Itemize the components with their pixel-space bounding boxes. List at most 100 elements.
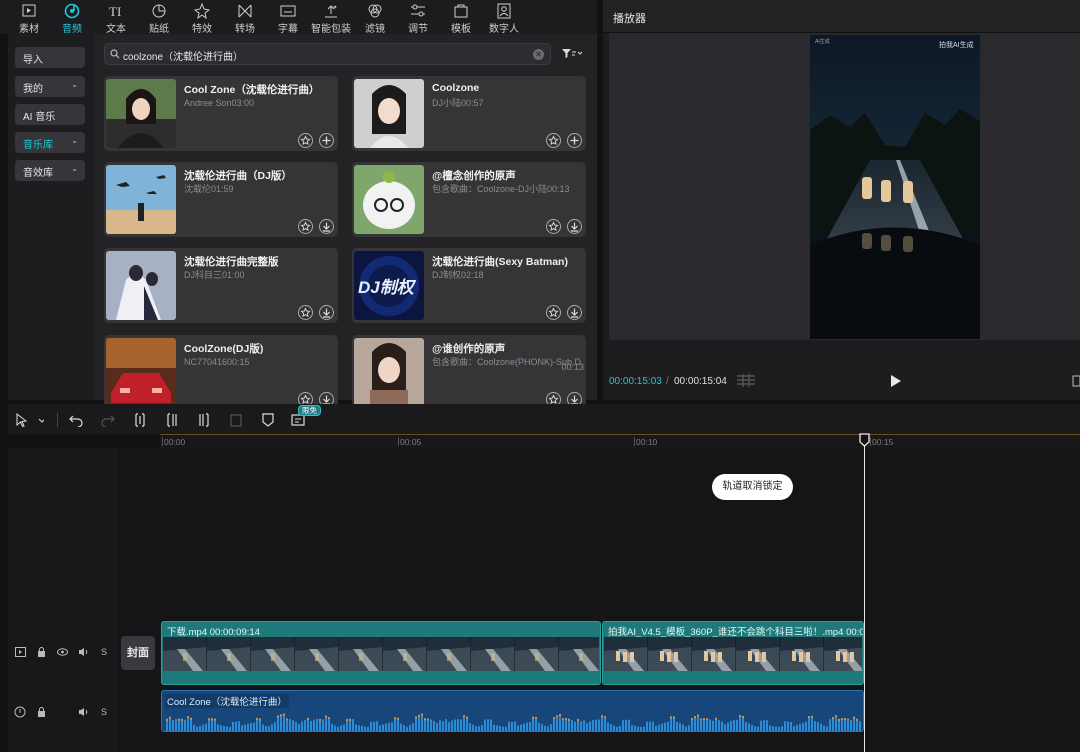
visibility-icon[interactable] — [57, 648, 68, 656]
marker-icon[interactable] — [261, 413, 275, 427]
track-title: CoolZone(DJ版) — [184, 343, 264, 355]
split-right-icon[interactable] — [197, 413, 211, 427]
toolbar-effects[interactable]: 特效 — [180, 0, 224, 35]
time-total: 00:00:15:04 — [674, 376, 727, 387]
clip-label: Cool Zone（沈载伦进行曲） — [165, 694, 289, 708]
track-subtitle: NC77041600:15 — [184, 357, 250, 367]
filter-icon — [562, 49, 583, 58]
video-clip-1[interactable]: 下载.mp4 00:00:09:14 — [161, 621, 601, 685]
track-subtitle: Andree Son03:00 — [184, 98, 255, 108]
favorite-star-icon[interactable] — [546, 133, 561, 148]
sidebar-item-3[interactable]: 音乐库 ⌄ — [15, 132, 85, 153]
subtitle-icon — [280, 5, 296, 17]
music-card[interactable]: 沈载伦进行曲完整版 DJ科目三01:00 — [104, 248, 338, 323]
track-duration: 00:13 — [561, 362, 584, 372]
sidebar-item-2[interactable]: AI 音乐 — [15, 104, 85, 125]
sort-filter-button[interactable] — [561, 47, 585, 61]
toolbar-adjust[interactable]: 调节 — [396, 0, 440, 35]
video-clip-2[interactable]: 拍我AI_V4.5_模板_360P_谁还不会跳个科目三啦！.mp4 00:00:… — [602, 621, 864, 685]
mute-icon[interactable] — [78, 707, 89, 717]
search-value: coolzone（沈载伦进行曲） — [123, 52, 244, 63]
lock-icon[interactable] — [37, 707, 46, 717]
mute-icon[interactable] — [78, 647, 89, 657]
download-icon[interactable] — [567, 305, 582, 320]
favorite-star-icon[interactable] — [546, 219, 561, 234]
cover-button[interactable]: 封面 — [121, 636, 155, 670]
track-subtitle: DJ科目三01:00 — [184, 270, 245, 280]
audio-clip[interactable]: Cool Zone（沈载伦进行曲） — [161, 690, 864, 732]
music-card[interactable]: DJ制权 沈载伦进行曲(Sexy Batman) DJ制权02:18 — [352, 248, 586, 323]
music-card[interactable]: @檀念创作的原声包含歌曲：Coolzone-DJ小陆00:13 — [352, 162, 586, 237]
video-preview[interactable]: AI生成 拍我AI生成 — [810, 35, 980, 339]
player-header — [603, 0, 1080, 33]
playhead-handle[interactable] — [859, 433, 870, 447]
album-cover — [106, 338, 176, 407]
music-card[interactable]: Coolzone DJ小陆00:57 — [352, 76, 586, 151]
sidebar-item-0[interactable]: 导入 — [15, 47, 85, 68]
sidebar-item-label: 导入 — [23, 55, 43, 66]
track-subtitle: 包含歌曲：Coolzone-DJ小陆00:13 — [432, 184, 570, 194]
toolbar-audio[interactable]: 音频 — [50, 0, 94, 35]
toolbar-sticker[interactable]: 贴纸 — [137, 0, 181, 35]
search-icon — [110, 49, 120, 59]
music-card[interactable]: Cool Zone（沈载伦进行曲） Andree Son03:00 — [104, 76, 338, 151]
toolbar-transition[interactable]: 转场 — [223, 0, 267, 35]
toolbar-text[interactable]: TI 文本 — [94, 0, 138, 35]
album-cover — [106, 165, 176, 234]
search-input[interactable]: coolzone（沈载伦进行曲） ✕ — [104, 43, 551, 65]
track-title: @檀念创作的原声 — [432, 170, 516, 182]
video-frame: AI生成 拍我AI生成 — [810, 35, 980, 339]
split-left-icon[interactable] — [165, 413, 179, 427]
sidebar-item-1[interactable]: 我的 ⌄ — [15, 76, 85, 97]
toolbar-digital-human[interactable]: 数字人 — [482, 0, 526, 35]
favorite-star-icon[interactable] — [298, 133, 313, 148]
download-icon[interactable] — [319, 219, 334, 234]
download-icon[interactable] — [319, 305, 334, 320]
favorite-star-icon[interactable] — [546, 305, 561, 320]
timeline-ruler[interactable] — [160, 434, 1080, 448]
select-tool-icon[interactable] — [16, 413, 44, 427]
toolbar-template[interactable]: 模板 — [439, 0, 483, 35]
music-card[interactable]: 沈载伦进行曲（DJ版） 沈载伦01:59 — [104, 162, 338, 237]
aspect-ratio-icon[interactable] — [1072, 375, 1080, 387]
favorite-star-icon[interactable] — [298, 219, 313, 234]
music-card[interactable]: @谁创作的原声 包含歌曲：Coolzone(PHONK)-Sub.D 00:13 — [352, 335, 586, 410]
toolbar-media[interactable]: 素材 — [7, 0, 51, 35]
ruler-tick — [398, 437, 399, 446]
lock-icon[interactable] — [37, 647, 46, 657]
toolbar-subtitle[interactable]: 字幕 — [266, 0, 310, 35]
solo-icon[interactable]: S — [101, 707, 107, 717]
sticker-icon — [152, 4, 166, 18]
album-cover — [354, 79, 424, 148]
favorite-star-icon[interactable] — [298, 305, 313, 320]
sidebar-item-4[interactable]: 音效库 ⌄ — [15, 160, 85, 181]
play-icon[interactable] — [890, 375, 901, 387]
ruler-tick — [162, 437, 163, 446]
split-icon[interactable] — [133, 413, 147, 427]
delete-icon[interactable] — [229, 413, 243, 427]
unlock-track-tooltip[interactable]: 轨道取消锁定 — [712, 474, 793, 500]
music-card[interactable]: CoolZone(DJ版) NC77041600:15 — [104, 335, 338, 410]
adjust-icon — [411, 4, 425, 17]
template-icon — [454, 4, 468, 18]
add-icon[interactable] — [319, 133, 334, 148]
ruler-label: 00:05 — [400, 437, 422, 447]
toolbar-divider — [57, 413, 58, 427]
track-subtitle: DJ制权02:18 — [432, 270, 484, 280]
toolbar-filter[interactable]: 滤镜 — [353, 0, 397, 35]
album-cover: DJ制权 — [354, 251, 424, 320]
clip-label: 拍我AI_V4.5_模板_360P_谁还不会跳个科目三啦！.mp4 00:00:… — [608, 627, 864, 638]
add-icon[interactable] — [567, 133, 582, 148]
redo-icon[interactable] — [101, 413, 115, 427]
digital-human-icon — [497, 3, 511, 19]
playhead[interactable] — [864, 434, 865, 752]
waveform-toggle-icon[interactable] — [736, 374, 756, 387]
undo-icon[interactable] — [69, 413, 83, 427]
clear-search-icon[interactable]: ✕ — [533, 49, 544, 60]
download-icon[interactable] — [567, 219, 582, 234]
track-title: @谁创作的原声 — [432, 343, 506, 355]
toolbar-smart-pack[interactable]: 智能包装 — [309, 0, 353, 35]
solo-icon[interactable]: S — [101, 647, 107, 657]
svg-text:DJ制权: DJ制权 — [358, 278, 417, 297]
audio-icon — [64, 3, 80, 19]
